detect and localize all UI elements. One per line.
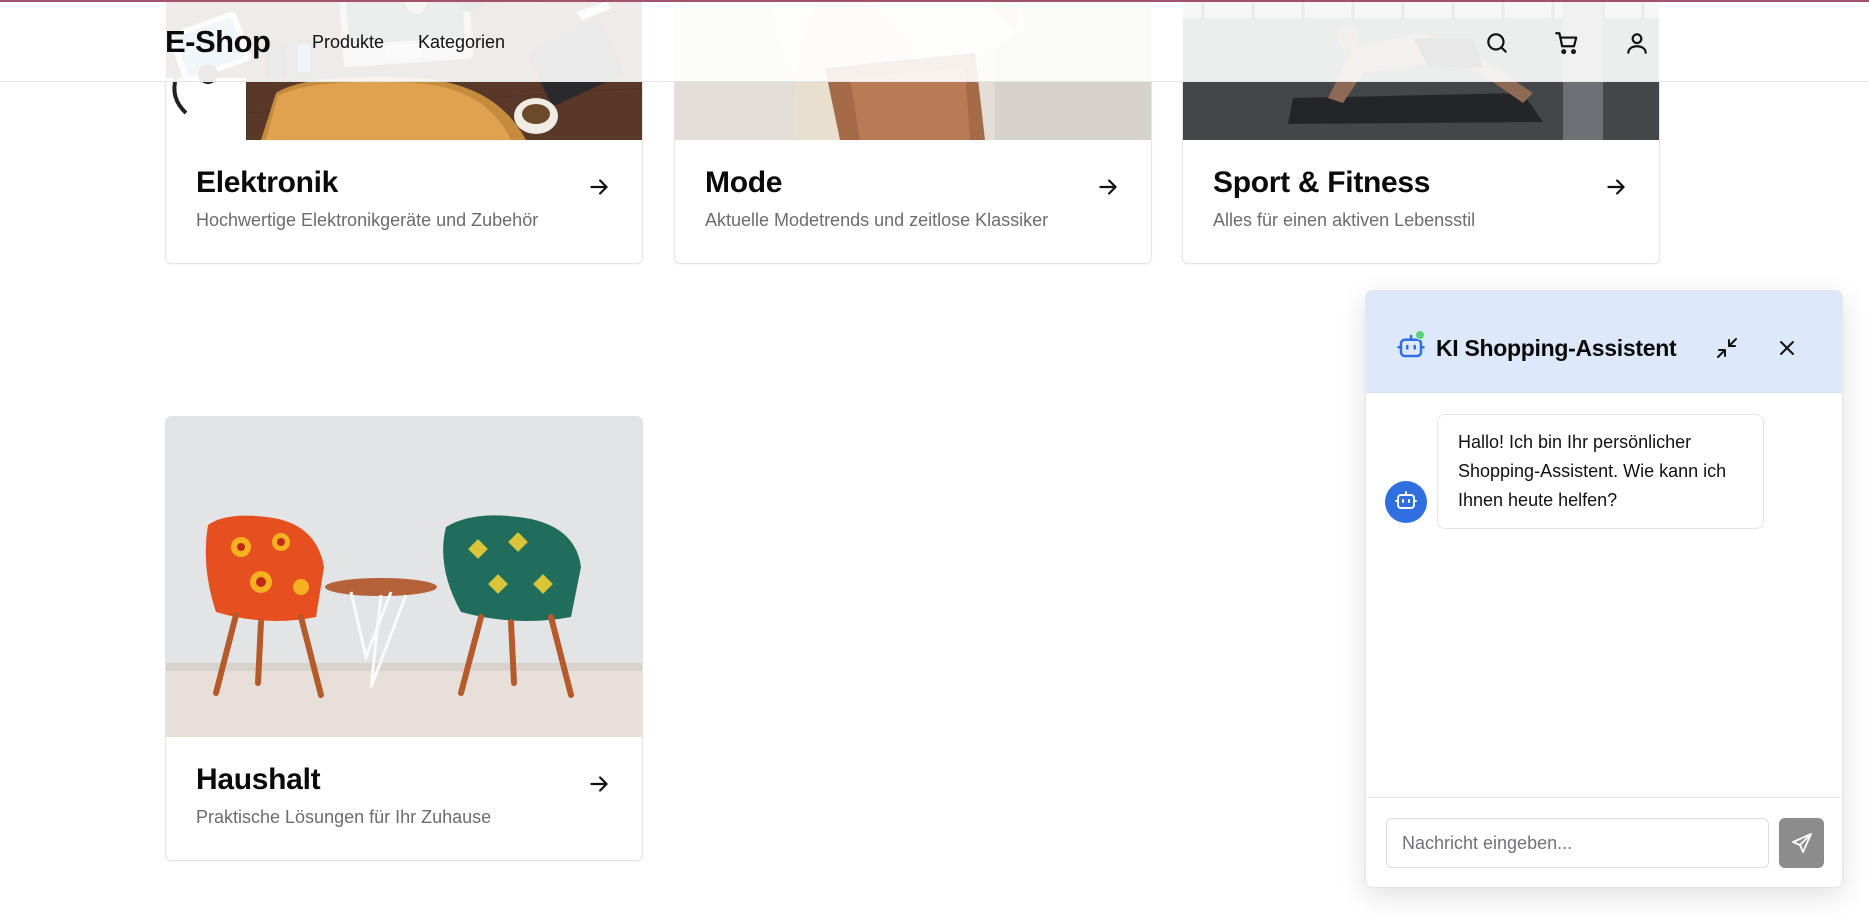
category-title: Mode xyxy=(705,166,783,199)
category-card-body: Haushalt Praktische Lösungen für Ihr Zuh… xyxy=(166,737,642,860)
user-icon[interactable] xyxy=(1624,30,1650,56)
minimize-icon[interactable] xyxy=(1715,336,1739,360)
arrow-right-icon[interactable] xyxy=(586,771,612,797)
chat-footer xyxy=(1366,797,1842,887)
category-description: Alles für einen aktiven Lebensstil xyxy=(1213,210,1476,230)
site-header: E-Shop Produkte Kategorien xyxy=(0,0,1869,82)
nav-link-kategorien[interactable]: Kategorien xyxy=(418,32,505,53)
category-card-body: Elektronik Hochwertige Elektronikgeräte … xyxy=(166,140,642,263)
close-icon[interactable] xyxy=(1775,336,1799,360)
chat-assistant-panel: KI Shopping-Assistent Hallo! Ich bin Ihr… xyxy=(1365,290,1843,888)
category-description: Hochwertige Elektronikgeräte und Zubehör xyxy=(196,210,539,230)
send-icon xyxy=(1792,833,1812,853)
category-description: Praktische Lösungen für Ihr Zuhause xyxy=(196,807,492,827)
category-card-body: Sport & Fitness Alles für einen aktiven … xyxy=(1183,140,1659,263)
category-card-haushalt[interactable]: Haushalt Praktische Lösungen für Ihr Zuh… xyxy=(165,416,643,861)
nav-link-produkte[interactable]: Produkte xyxy=(312,32,384,53)
category-image-haushalt xyxy=(166,417,642,737)
chat-message-input[interactable] xyxy=(1386,818,1769,868)
category-description: Aktuelle Modetrends und zeitlose Klassik… xyxy=(705,210,1049,230)
send-button[interactable] xyxy=(1779,818,1824,868)
arrow-right-icon[interactable] xyxy=(586,174,612,200)
site-logo[interactable]: E-Shop xyxy=(165,24,271,60)
chat-title: KI Shopping-Assistent xyxy=(1436,335,1677,361)
bot-avatar xyxy=(1385,481,1427,523)
category-title: Sport & Fitness xyxy=(1213,166,1431,199)
arrow-right-icon[interactable] xyxy=(1603,174,1629,200)
category-title: Haushalt xyxy=(196,763,321,796)
arrow-right-icon[interactable] xyxy=(1095,174,1121,200)
search-icon[interactable] xyxy=(1484,30,1510,56)
bot-message-bubble: Hallo! Ich bin Ihr persönlicher Shopping… xyxy=(1437,414,1764,529)
chat-header: KI Shopping-Assistent xyxy=(1366,291,1842,393)
category-card-body: Mode Aktuelle Modetrends und zeitlose Kl… xyxy=(675,140,1151,263)
cart-icon[interactable] xyxy=(1554,30,1580,56)
chairs-image xyxy=(166,417,642,737)
bot-icon xyxy=(1395,491,1417,509)
online-status-dot xyxy=(1415,330,1425,340)
category-title: Elektronik xyxy=(196,166,339,199)
